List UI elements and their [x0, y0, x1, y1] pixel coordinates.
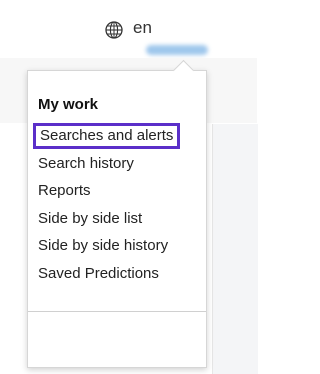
- user-name-blurred[interactable]: [146, 45, 208, 55]
- menu-item-saved-predictions[interactable]: Saved Predictions: [38, 265, 159, 282]
- menu-item-side-by-side-history[interactable]: Side by side history: [38, 237, 168, 254]
- page: en My work Searches and alerts Search hi…: [0, 0, 258, 374]
- my-work-dropdown-menu: My work Searches and alerts Search histo…: [27, 70, 207, 368]
- menu-item-search-history[interactable]: Search history: [38, 155, 134, 172]
- menu-item-reports[interactable]: Reports: [38, 182, 91, 199]
- top-bar: en: [0, 0, 257, 58]
- menu-divider: [28, 311, 206, 312]
- globe-icon[interactable]: [104, 20, 124, 40]
- menu-item-side-by-side-list[interactable]: Side by side list: [38, 210, 142, 227]
- menu-heading: My work: [38, 96, 99, 113]
- page-side-panel: [212, 124, 258, 374]
- menu-item-searches-and-alerts[interactable]: Searches and alerts: [33, 123, 181, 149]
- language-selector[interactable]: en: [133, 18, 152, 38]
